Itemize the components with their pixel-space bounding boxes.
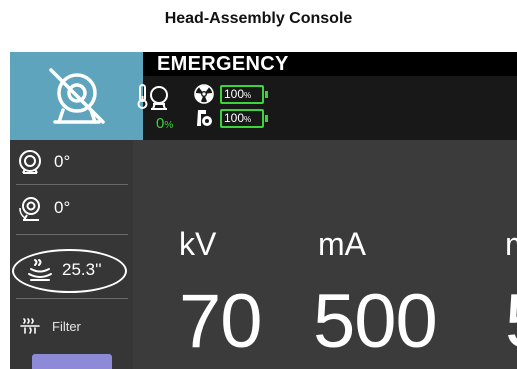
cooling-battery: 100% [220,108,268,128]
emergency-bar: EMERGENCY [143,52,517,76]
ma-value[interactable]: 500 [313,278,438,365]
gantry-disabled-icon [48,68,105,124]
ma-label: mA [318,226,366,262]
radiation-battery: 100% [220,84,268,104]
sidebar-item-rotation[interactable]: 0° [10,142,133,182]
radiation-icon [194,84,214,104]
console-screen: EMERGENCY 0% 100% 100% 0° 0° 25.3'' Filt… [10,52,517,369]
cooling-gauge: 100% [194,108,268,128]
exposure-panel: kV mA m 70 500 5 [133,140,517,369]
filter-label: Filter [52,318,81,334]
radiation-gauge: 100% [194,84,268,104]
gantry-tilt-icon [10,194,50,222]
ms-label: m [505,226,517,263]
kv-label: kV [179,226,217,262]
rotation-angle-value: 0° [54,152,71,171]
sidebar-item-tilt[interactable]: 0° [10,188,133,228]
tube-temperature-indicator: 0% [137,82,182,132]
sidebar-divider [16,234,128,235]
filter-button[interactable]: Filter [10,312,133,340]
kv-value[interactable]: 70 [179,278,263,365]
highlight-ellipse [12,249,127,293]
thermometer-tube-icon [137,84,168,110]
tilt-angle-value: 0° [54,198,71,217]
filter-selector-tab[interactable] [32,354,112,369]
cooling-pump-icon [197,110,212,126]
sidebar-divider [16,184,128,185]
gantry-rotation-icon [10,149,50,175]
position-sidebar: 0° 0° 25.3'' Filter [10,140,133,369]
gantry-disable-button[interactable] [10,52,143,140]
sidebar-divider [16,298,128,299]
emergency-status-text: EMERGENCY [157,53,289,75]
filter-icon [10,317,50,335]
ms-value[interactable]: 5 [505,278,517,365]
tube-temperature-value: 0% [156,115,174,132]
page-title: Head-Assembly Console [164,10,353,27]
